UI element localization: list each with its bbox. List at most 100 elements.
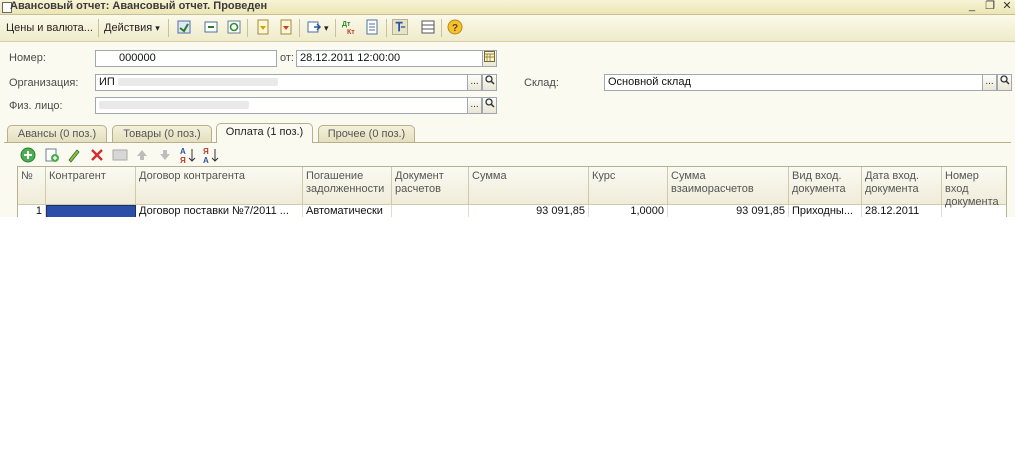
toolbar-separator xyxy=(441,19,442,37)
sort-asc-icon[interactable]: АЯ xyxy=(179,146,197,164)
search-icon xyxy=(484,98,495,108)
organization-search-button[interactable] xyxy=(482,74,497,91)
column-header-incoming-doc-type[interactable]: Вид вход. документа xyxy=(789,167,862,205)
calendar-icon xyxy=(484,51,495,62)
svg-text:Я: Я xyxy=(203,147,209,156)
warehouse-search-button[interactable] xyxy=(997,74,1012,91)
number-field[interactable]: 000000 xyxy=(95,50,277,67)
row-number-cell[interactable]: 1 xyxy=(18,205,46,217)
column-header-counterparty[interactable]: Контрагент xyxy=(46,167,136,205)
copy-row-icon[interactable] xyxy=(44,147,60,163)
number-label: Номер: xyxy=(9,52,46,64)
incoming-doc-date-cell[interactable]: 28.12.2011 xyxy=(862,205,942,217)
prices-currency-menu[interactable]: Цены и валюта... xyxy=(6,20,93,36)
svg-text:Кт: Кт xyxy=(347,29,355,35)
toolbar: Цены и валюта... Действия ▾ ▾ Дт Кт ? xyxy=(0,15,1015,42)
edit-row-icon[interactable] xyxy=(66,147,82,163)
actions-menu-label: Действия xyxy=(104,22,153,34)
warehouse-field[interactable]: Основной склад xyxy=(604,74,983,91)
incoming-doc-number-cell[interactable] xyxy=(942,205,1006,217)
search-icon xyxy=(484,75,495,85)
toolbar-separator xyxy=(98,19,99,37)
column-header-amount[interactable]: Сумма xyxy=(469,167,589,205)
end-edit-icon xyxy=(112,149,128,161)
repayment-cell[interactable]: Автоматически xyxy=(303,205,392,217)
redacted-text xyxy=(117,78,278,87)
close-button[interactable]: ✕ xyxy=(1000,0,1014,13)
column-header-rate[interactable]: Курс xyxy=(589,167,668,205)
move-down-icon xyxy=(160,150,170,160)
svg-text:А: А xyxy=(203,156,209,164)
date-label: от: xyxy=(280,52,294,64)
toolbar-separator xyxy=(247,19,248,37)
redacted-text xyxy=(99,101,249,110)
column-header-repayment[interactable]: Погашение задолженности xyxy=(303,167,392,205)
minimize-button[interactable]: _ xyxy=(965,0,979,13)
rate-cell[interactable]: 1,0000 xyxy=(589,205,668,217)
contract-cell[interactable]: Договор поставки №7/2011 ... xyxy=(136,205,303,217)
counterparty-cell-selected[interactable] xyxy=(46,205,136,217)
column-header-number[interactable]: № xyxy=(18,167,46,205)
delete-row-icon[interactable] xyxy=(89,147,105,163)
person-label: Физ. лицо: xyxy=(9,100,63,112)
toolbar-separator xyxy=(168,19,169,37)
table-icon[interactable] xyxy=(420,19,436,35)
document-icon[interactable] xyxy=(203,19,219,35)
sort-desc-icon[interactable]: ЯА xyxy=(202,146,220,164)
dt-kt-icon[interactable]: ДтКт xyxy=(341,19,357,35)
tab-strip-line xyxy=(4,142,1011,143)
column-header-incoming-doc-date[interactable]: Дата вход. документа xyxy=(862,167,942,205)
title-bar: Авансовый отчет: Авансовый отчет. Провед… xyxy=(0,0,1015,15)
person-field[interactable] xyxy=(95,97,468,114)
toolbar-separator xyxy=(335,19,336,37)
organization-value: ИП xyxy=(99,76,115,88)
chevron-down-icon[interactable]: ▾ xyxy=(324,20,329,36)
add-row-icon[interactable] xyxy=(20,147,36,163)
structure-icon[interactable] xyxy=(364,19,380,35)
svg-text:Я: Я xyxy=(180,156,186,164)
warehouse-label: Склад: xyxy=(524,77,559,89)
move-up-icon xyxy=(137,150,147,160)
settlement-amount-cell[interactable]: 93 091,85 xyxy=(668,205,789,217)
organization-field[interactable]: ИП xyxy=(95,74,468,91)
search-icon xyxy=(999,75,1010,85)
document-window: Авансовый отчет: Авансовый отчет. Провед… xyxy=(0,0,1015,217)
person-search-button[interactable] xyxy=(482,97,497,114)
organization-select-button[interactable]: ... xyxy=(467,74,482,91)
settlement-doc-cell[interactable] xyxy=(392,205,469,217)
column-header-settlement-doc[interactable]: Документ расчетов xyxy=(392,167,469,205)
person-select-button[interactable]: ... xyxy=(467,97,482,114)
warehouse-select-button[interactable]: ... xyxy=(982,74,997,91)
print-icon[interactable] xyxy=(278,19,294,35)
toolbar-separator xyxy=(299,19,300,37)
post-and-close-icon[interactable] xyxy=(176,19,192,35)
date-field[interactable]: 28.12.2011 12:00:00 xyxy=(296,50,483,67)
chevron-down-icon: ▾ xyxy=(155,23,160,33)
svg-text:?: ? xyxy=(452,23,458,34)
amount-cell[interactable]: 93 091,85 xyxy=(469,205,589,217)
redacted-prefix xyxy=(99,54,119,63)
save-icon[interactable] xyxy=(255,19,271,35)
restore-button[interactable]: ❐ xyxy=(983,0,997,13)
calendar-button[interactable] xyxy=(482,50,497,67)
number-value: 000000 xyxy=(119,52,156,64)
go-to-icon[interactable] xyxy=(307,19,323,35)
tab-other[interactable]: Прочее (0 поз.) xyxy=(318,125,415,142)
incoming-doc-type-cell[interactable]: Приходны... xyxy=(789,205,862,217)
column-header-contract[interactable]: Договор контрагента xyxy=(136,167,303,205)
tab-payment[interactable]: Оплата (1 поз.) xyxy=(216,123,313,143)
column-header-incoming-doc-number[interactable]: Номер вход документа xyxy=(942,167,1006,208)
svg-text:А: А xyxy=(180,147,186,156)
actions-menu[interactable]: Действия ▾ xyxy=(104,20,160,36)
tab-advances[interactable]: Авансы (0 поз.) xyxy=(7,125,107,142)
tab-goods[interactable]: Товары (0 поз.) xyxy=(112,125,212,142)
window-title: Авансовый отчет: Авансовый отчет. Провед… xyxy=(10,0,268,12)
refresh-icon[interactable] xyxy=(226,19,242,35)
help-icon[interactable]: ? xyxy=(447,19,463,35)
column-header-settlement-amount[interactable]: Сумма взаиморасчетов xyxy=(668,167,789,205)
toolbar-separator xyxy=(386,19,387,37)
select-icon[interactable] xyxy=(392,19,408,35)
payment-table: № Контрагент Договор контрагента Погашен… xyxy=(17,166,1007,217)
organization-label: Организация: xyxy=(9,77,79,89)
svg-text:Дт: Дт xyxy=(342,21,351,28)
